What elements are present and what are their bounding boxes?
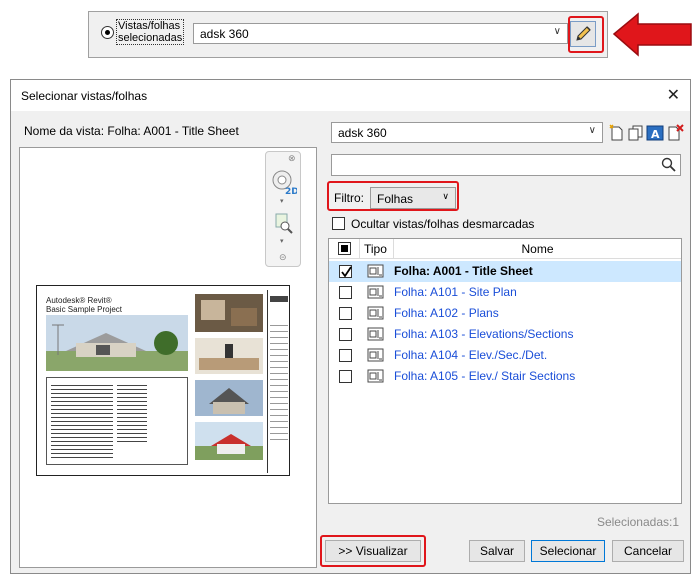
- set-toolbar: A: [608, 122, 686, 144]
- dialog-title: Selecionar vistas/folhas: [21, 89, 148, 103]
- sheet-type-icon: [367, 327, 385, 342]
- views-list[interactable]: Tipo Nome Folha: A001 - Title Sheet Folha…: [328, 238, 682, 504]
- selected-views-radio[interactable]: [101, 26, 114, 39]
- steering-wheel-icon[interactable]: 2D: [271, 168, 297, 196]
- row-name: Folha: A103 - Elevations/Sections: [394, 327, 574, 341]
- living-room-rendering-image: [195, 338, 263, 374]
- copy-icon[interactable]: [627, 124, 645, 142]
- sheet-type-icon: [367, 348, 385, 363]
- row-checkbox[interactable]: [339, 328, 352, 341]
- edit-button-highlight: [568, 16, 604, 53]
- dialog-titlebar: Selecionar vistas/folhas ✕: [11, 80, 690, 111]
- navbar-close-icon[interactable]: ⊗: [288, 153, 296, 164]
- chevron-down-icon: ∨: [553, 26, 561, 37]
- svg-text:A: A: [651, 128, 660, 141]
- exterior-rendering-image: [195, 380, 263, 416]
- close-icon[interactable]: ✕: [667, 85, 680, 105]
- svg-text:2D: 2D: [285, 187, 297, 196]
- sheet-brand: Autodesk® Revit®: [46, 296, 112, 305]
- select-views-dialog: Selecionar vistas/folhas ✕ Nome da vista…: [10, 79, 691, 574]
- hide-unchecked-checkbox[interactable]: [332, 217, 345, 230]
- sheet-schedule-table: [46, 377, 188, 465]
- aerial-rendering-image: [195, 422, 263, 460]
- hide-unchecked-label[interactable]: Ocultar vistas/folhas desmarcadas: [351, 217, 534, 231]
- row-name: Folha: A105 - Elev./ Stair Sections: [394, 369, 576, 383]
- list-item[interactable]: Folha: A001 - Title Sheet: [329, 261, 681, 282]
- view-sheet-set-bar: Vistas/folhas selecionadas adsk 360 ∨: [88, 11, 608, 58]
- zoom-icon[interactable]: [274, 212, 294, 234]
- list-header: Tipo Nome: [329, 239, 681, 259]
- sheet-type-icon: [367, 285, 385, 300]
- view-set-value: adsk 360: [200, 27, 249, 41]
- selected-count: Selecionadas:1: [596, 515, 679, 529]
- checkmark-icon: [341, 266, 352, 278]
- row-name: Folha: A101 - Site Plan: [394, 285, 517, 299]
- project-dropdown[interactable]: adsk 360 ∨: [331, 122, 603, 143]
- row-checkbox[interactable]: [339, 265, 352, 278]
- arrow-left-icon: [612, 12, 692, 57]
- sheet-thumbnail: Autodesk® Revit® Basic Sample Project: [36, 285, 290, 476]
- chevron-down-icon[interactable]: ▾: [280, 237, 284, 245]
- list-item[interactable]: Folha: A101 - Site Plan: [329, 282, 681, 303]
- chevron-down-icon: ∨: [588, 125, 596, 136]
- interior-rendering-image: [195, 294, 263, 332]
- delete-icon[interactable]: [665, 124, 685, 142]
- sheet-project: Basic Sample Project: [46, 305, 123, 314]
- search-icon[interactable]: [661, 157, 677, 173]
- row-checkbox[interactable]: [339, 349, 352, 362]
- chevron-down-icon[interactable]: ▾: [280, 197, 284, 205]
- row-name: Folha: A102 - Plans: [394, 306, 499, 320]
- title-block: [267, 290, 289, 473]
- column-header-tipo[interactable]: Tipo: [360, 239, 394, 259]
- house-rendering-image: [46, 315, 188, 371]
- radio-dot: [105, 30, 110, 35]
- navbar-collapse-icon[interactable]: ⊝: [279, 252, 287, 263]
- save-button[interactable]: Salvar: [469, 540, 525, 562]
- select-all-header[interactable]: [329, 239, 360, 259]
- row-name: Folha: A001 - Title Sheet: [394, 264, 533, 278]
- view-set-dropdown[interactable]: adsk 360 ∨: [193, 23, 568, 44]
- filter-label: Filtro:: [334, 191, 364, 205]
- project-dropdown-value: adsk 360: [338, 126, 387, 140]
- select-all-checkbox[interactable]: [338, 242, 351, 255]
- sheet-type-icon: [367, 306, 385, 321]
- filter-dropdown[interactable]: Folhas ∨: [370, 187, 456, 209]
- search-input[interactable]: [331, 154, 681, 176]
- list-item[interactable]: Folha: A104 - Elev./Sec./Det.: [329, 345, 681, 366]
- list-item[interactable]: Folha: A103 - Elevations/Sections: [329, 324, 681, 345]
- cancel-button[interactable]: Cancelar: [612, 540, 684, 562]
- selected-views-radio-label[interactable]: Vistas/folhas selecionadas: [116, 19, 184, 45]
- row-checkbox[interactable]: [339, 307, 352, 320]
- sheet-type-icon: [367, 369, 385, 384]
- preview-canvas[interactable]: ⊗ 2D ▾ ▾ ⊝ Autodesk® Revit® Basic Sample…: [19, 147, 317, 568]
- rename-icon[interactable]: A: [646, 124, 664, 142]
- sheet-type-icon: [367, 264, 385, 279]
- select-button[interactable]: Selecionar: [531, 540, 605, 562]
- navigation-bar: ⊗ 2D ▾ ▾ ⊝: [265, 151, 301, 267]
- row-checkbox[interactable]: [339, 286, 352, 299]
- filter-highlight: Filtro: Folhas ∨: [327, 181, 459, 211]
- preview-button[interactable]: >> Visualizar: [325, 540, 421, 562]
- row-checkbox[interactable]: [339, 370, 352, 383]
- list-item[interactable]: Folha: A105 - Elev./ Stair Sections: [329, 366, 681, 387]
- view-name-label: Nome da vista: Folha: A001 - Title Sheet: [24, 124, 239, 138]
- chevron-down-icon: ∨: [442, 191, 449, 201]
- row-name: Folha: A104 - Elev./Sec./Det.: [394, 348, 548, 362]
- new-sheet-icon[interactable]: [608, 124, 626, 142]
- list-item[interactable]: Folha: A102 - Plans: [329, 303, 681, 324]
- filter-value: Folhas: [377, 192, 414, 206]
- column-header-nome[interactable]: Nome: [394, 239, 681, 259]
